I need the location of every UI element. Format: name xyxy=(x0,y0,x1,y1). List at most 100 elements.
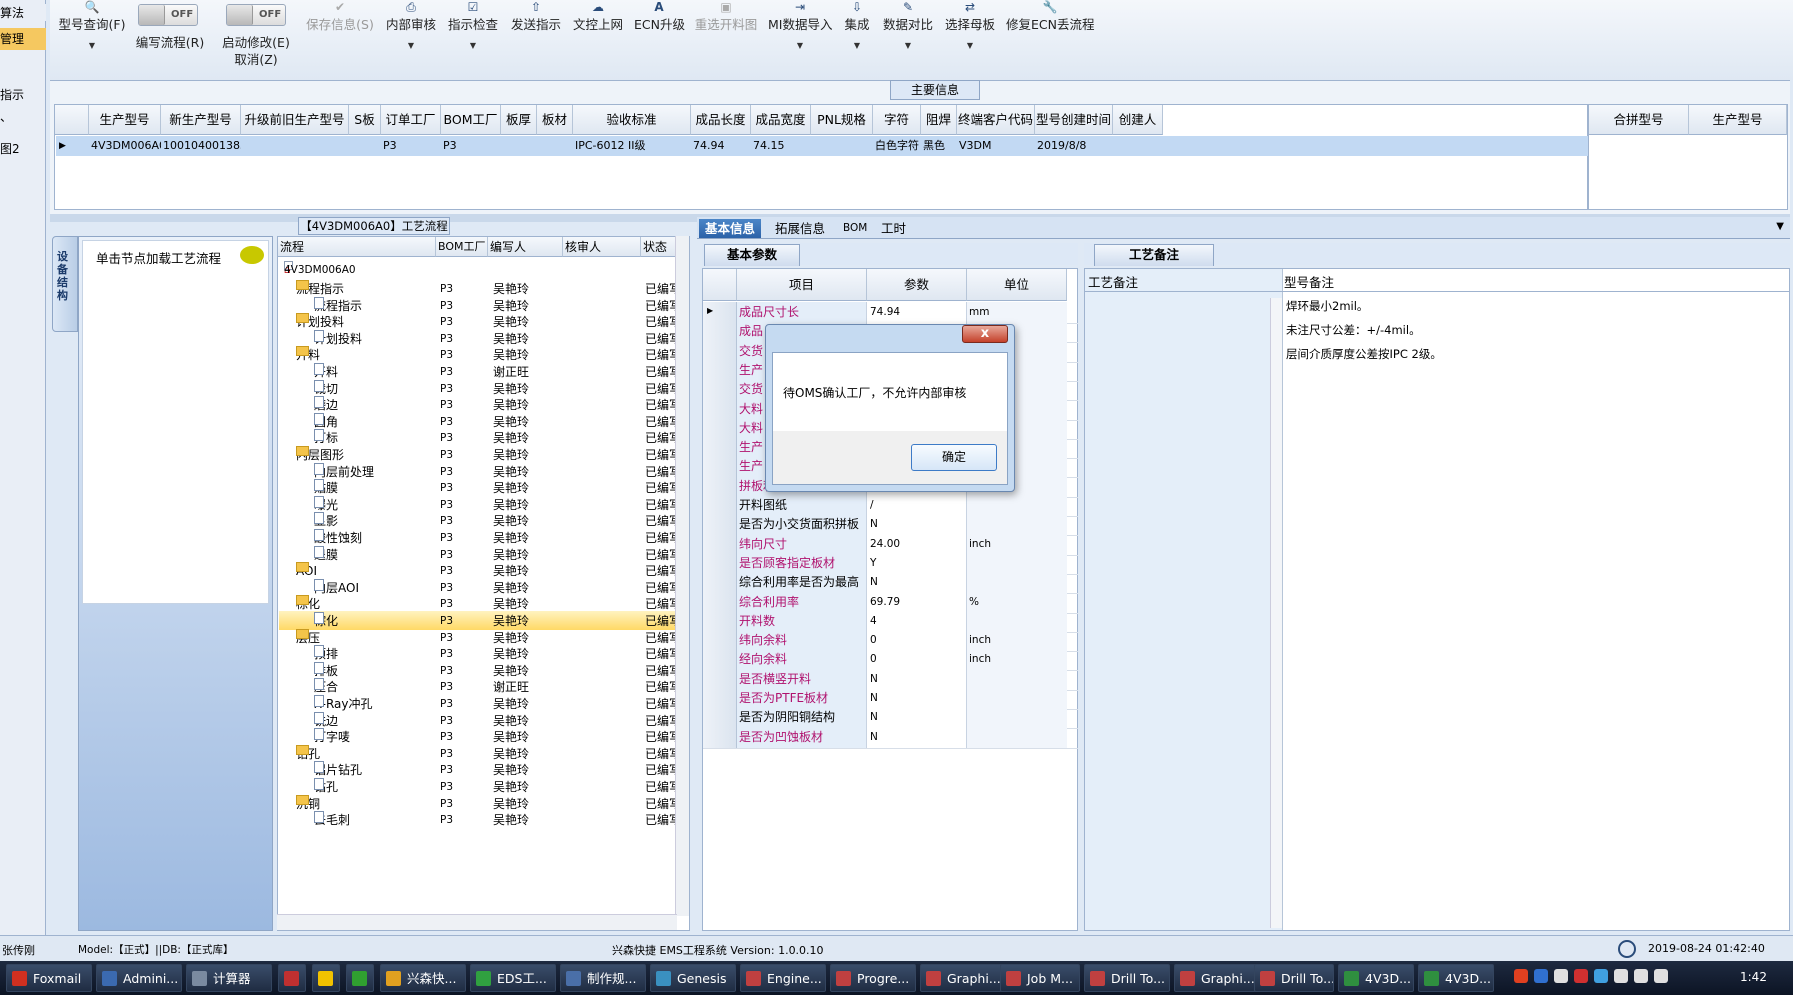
row-header[interactable] xyxy=(703,514,737,536)
data-compare-button[interactable]: ✎ 数据对比 ▼ xyxy=(880,0,936,72)
param-value[interactable]: N xyxy=(867,668,967,690)
tab-extended-info[interactable]: 拓展信息 xyxy=(769,219,831,238)
row-header[interactable] xyxy=(703,572,737,594)
tab-bom[interactable]: BOM xyxy=(837,219,873,238)
taskbar-item[interactable]: Progre... xyxy=(830,964,916,992)
column-header[interactable]: 流程 xyxy=(278,237,436,257)
internal-review-button[interactable]: ⎙ 内部审核 ▼ xyxy=(384,0,438,72)
taskbar-item[interactable]: 4V3D... xyxy=(1338,964,1414,992)
row-header[interactable] xyxy=(703,649,737,671)
taskbar-item[interactable]: EDS工... xyxy=(470,964,556,992)
taskbar-item[interactable]: Graphi... xyxy=(920,964,1006,992)
row-header[interactable] xyxy=(703,456,737,478)
left-nav-item[interactable]: 算法 xyxy=(0,4,46,21)
param-value[interactable]: 4 xyxy=(867,610,967,632)
taskbar-item[interactable]: Job M... xyxy=(1000,964,1080,992)
column-header[interactable]: 板材 xyxy=(537,105,573,135)
column-header[interactable]: 编写人 xyxy=(488,237,563,257)
param-value[interactable]: N xyxy=(867,572,967,594)
column-header[interactable]: BOM工厂 xyxy=(441,105,501,135)
ecn-upgrade-button[interactable]: A ECN升级 xyxy=(634,0,685,72)
column-header[interactable]: 核审人 xyxy=(563,237,641,257)
tray-icon[interactable] xyxy=(1534,969,1548,983)
tab-process-notes[interactable]: 工艺备注 xyxy=(1094,244,1214,266)
column-header[interactable]: 阻焊 xyxy=(921,105,957,135)
device-tree[interactable] xyxy=(82,240,269,604)
close-button[interactable]: x xyxy=(962,325,1008,343)
tab-basic-info[interactable]: 基本信息 xyxy=(699,219,762,238)
row-header[interactable] xyxy=(703,610,737,632)
column-header[interactable]: 型号创建时间 xyxy=(1035,105,1113,135)
taskbar-item[interactable] xyxy=(346,964,374,992)
reselect-cutting-chart-button[interactable]: ▣ 重选开料图 xyxy=(692,0,760,72)
vertical-scrollbar[interactable] xyxy=(1270,298,1282,928)
vertical-scrollbar[interactable] xyxy=(675,236,689,916)
left-nav-item[interactable]: 指示 xyxy=(0,86,46,103)
taskbar-item[interactable]: Admini... xyxy=(96,964,182,992)
row-header[interactable] xyxy=(703,688,737,709)
column-header[interactable]: 升级前旧生产型号 xyxy=(241,105,349,135)
param-value[interactable]: Y xyxy=(867,552,967,574)
param-row[interactable]: 是否为凹蚀板材 N xyxy=(703,726,1078,749)
param-value[interactable]: N xyxy=(867,688,967,709)
row-header[interactable] xyxy=(703,321,737,343)
left-nav-item-active[interactable]: 管理 xyxy=(0,28,46,50)
taskbar-item[interactable]: Foxmail xyxy=(6,964,92,992)
integrate-button[interactable]: ⇩ 集成 ▼ xyxy=(838,0,876,72)
taskbar-item[interactable]: 4V3D... xyxy=(1418,964,1494,992)
column-header[interactable]: S板 xyxy=(349,105,381,135)
taskbar-item[interactable]: Engine... xyxy=(740,964,826,992)
tray-icon[interactable] xyxy=(1574,969,1588,983)
instruction-check-button[interactable]: ☑ 指示检查 ▼ xyxy=(446,0,500,72)
process-notes-column[interactable] xyxy=(1085,269,1283,930)
taskbar-item[interactable] xyxy=(312,964,340,992)
tree-row[interactable]: 去毛刺P3吴艳玲已编写 xyxy=(278,811,676,830)
column-header[interactable]: 参数 xyxy=(867,269,967,301)
start-edit-toggle[interactable]: OFF xyxy=(226,4,286,26)
select-mother-board-button[interactable]: ⇄ 选择母板 ▼ xyxy=(942,0,998,72)
write-flow-toggle[interactable]: OFF xyxy=(138,4,198,26)
column-header[interactable]: 合拼型号 xyxy=(1589,105,1689,135)
param-value[interactable]: / xyxy=(867,495,967,516)
send-instruction-button[interactable]: ⇧ 发送指示 xyxy=(508,0,564,72)
column-header[interactable]: 成品宽度 xyxy=(751,105,811,135)
save-info-button[interactable]: ✔ 保存信息(S) xyxy=(302,0,378,72)
row-header[interactable] xyxy=(703,707,737,729)
column-header[interactable]: PNL规格 xyxy=(811,105,873,135)
row-header[interactable] xyxy=(703,398,737,420)
row-header[interactable] xyxy=(703,379,737,401)
tab-work-hours[interactable]: 工时 xyxy=(875,219,912,238)
column-header[interactable]: 项目 xyxy=(737,269,867,301)
row-header[interactable] xyxy=(703,495,737,516)
tray-icon[interactable] xyxy=(1654,969,1668,983)
taskbar-item[interactable]: Drill To... xyxy=(1254,964,1334,992)
column-header[interactable]: BOM工厂 xyxy=(436,237,488,257)
column-header[interactable]: 终端客户代码 xyxy=(957,105,1035,135)
param-value[interactable]: 0 xyxy=(867,649,967,671)
row-header[interactable] xyxy=(703,359,737,381)
row-header[interactable] xyxy=(703,340,737,362)
left-nav-item[interactable]: 图2 xyxy=(0,140,46,157)
left-nav-item[interactable]: 、 xyxy=(0,108,46,125)
column-header[interactable]: 板厚 xyxy=(501,105,537,135)
column-header[interactable]: 字符 xyxy=(873,105,921,135)
taskbar-clock[interactable]: 1:42 xyxy=(1740,970,1767,984)
taskbar-item[interactable]: Graphi... xyxy=(1174,964,1260,992)
mi-data-import-button[interactable]: ⇥ MI数据导入 ▼ xyxy=(768,0,832,72)
model-search-button[interactable]: 🔍 型号查询(F) ▼ xyxy=(58,0,126,72)
param-value[interactable]: 74.94 xyxy=(867,302,967,323)
column-header[interactable]: 单位 xyxy=(967,269,1067,301)
param-value[interactable]: N xyxy=(867,707,967,729)
param-value[interactable]: 0 xyxy=(867,630,967,652)
taskbar-item[interactable] xyxy=(278,964,306,992)
chevron-down-icon[interactable]: ▼ xyxy=(1776,221,1784,232)
tray-icon[interactable] xyxy=(1594,969,1608,983)
tab-basic-params[interactable]: 基本参数 xyxy=(704,244,800,266)
param-value[interactable]: N xyxy=(867,514,967,536)
row-header[interactable] xyxy=(703,437,737,459)
taskbar-item[interactable]: Drill To... xyxy=(1084,964,1170,992)
taskbar-item[interactable]: 兴森快... xyxy=(380,964,466,992)
horizontal-scrollbar[interactable] xyxy=(277,914,677,930)
row-header[interactable] xyxy=(703,533,737,555)
column-header[interactable]: 生产型号 xyxy=(1689,105,1787,135)
